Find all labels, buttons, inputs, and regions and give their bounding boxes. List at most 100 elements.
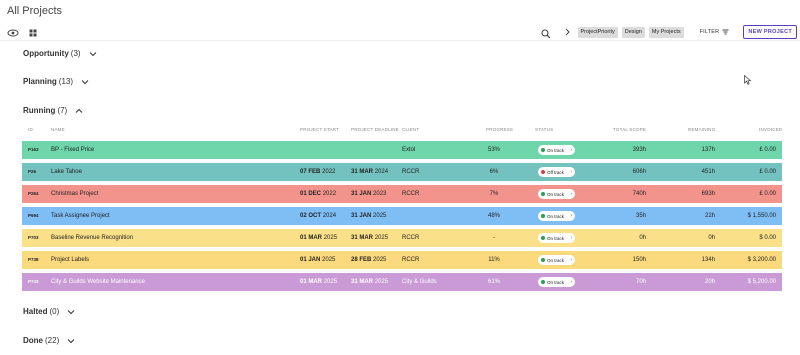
project-invoiced: £ 0.00 xyxy=(759,147,776,153)
deadline-day-month: 31 MAR xyxy=(351,169,374,175)
filter-icon xyxy=(722,29,729,35)
table-row[interactable]: P703 Baseline Revenue Recognition 01 MAR 2… xyxy=(22,229,782,247)
project-progress: - xyxy=(493,235,495,241)
project-start: 07 FEB 2022 xyxy=(300,169,335,175)
deadline-year: 2025 xyxy=(373,213,387,219)
start-day-month: 01 DEC xyxy=(300,191,322,197)
status-badge[interactable]: Off track › xyxy=(538,167,575,177)
table-header: ID NAME PROJECT START PROJECT DEADLINE C… xyxy=(22,127,782,135)
project-remaining: 134h xyxy=(701,257,715,263)
project-invoiced: $ 1,550.00 xyxy=(747,213,776,219)
start-day-month: 01 JAN xyxy=(300,257,321,263)
project-progress: 11% xyxy=(488,257,500,263)
chip-project-priority[interactable]: ProjectPriority xyxy=(577,26,618,38)
status-badge[interactable]: On track › xyxy=(538,255,575,265)
project-invoiced: $ 3,200.00 xyxy=(747,257,776,263)
status-dot-icon xyxy=(541,214,545,218)
deadline-day-month: 31 JAN xyxy=(351,191,372,197)
project-client: City & Guilds xyxy=(402,279,437,285)
chip-design[interactable]: Design xyxy=(621,26,645,38)
start-year: 2025 xyxy=(323,279,338,285)
project-remaining: 20h xyxy=(704,279,715,285)
section-opportunity[interactable]: Opportunity (3) xyxy=(23,49,97,58)
section-count: (0) xyxy=(49,307,60,316)
project-start: 01 MAR 2025 xyxy=(300,235,337,241)
project-name: Task Assignee Project xyxy=(51,213,110,219)
table-row[interactable]: P743 City & Guilds Website Maintenance 01 … xyxy=(22,273,782,291)
section-running[interactable]: Running (7) xyxy=(23,106,83,115)
chevron-down-icon xyxy=(67,309,75,314)
section-name: Opportunity xyxy=(23,49,69,58)
project-id: P738 xyxy=(28,257,39,262)
table-row[interactable]: P264 Christmas Project 01 DEC 2022 31 JAN 2… xyxy=(22,185,782,203)
table-row[interactable]: P738 Project Labels 01 JAN 2025 28 FEB 2025… xyxy=(22,251,782,269)
project-invoiced: $ 5,200.00 xyxy=(747,279,776,285)
search-icon[interactable] xyxy=(540,26,553,39)
eye-icon[interactable] xyxy=(6,27,20,39)
section-planning[interactable]: Planning (13) xyxy=(23,77,89,86)
status-badge[interactable]: On track › xyxy=(538,233,575,243)
project-remaining: 22h xyxy=(704,213,715,219)
status-dot-icon xyxy=(541,258,545,262)
section-halted[interactable]: Halted (0) xyxy=(23,307,75,316)
project-deadline: 31 MAR 2024 xyxy=(351,169,388,175)
status-dot-icon xyxy=(541,192,545,196)
status-dot-icon xyxy=(541,148,545,152)
col-progress: PROGRESS xyxy=(486,127,514,132)
deadline-day-month: 28 FEB xyxy=(351,257,372,263)
project-invoiced: £ 0.00 xyxy=(759,191,776,197)
start-year: 2022 xyxy=(322,169,336,175)
new-project-button[interactable]: NEW PROJECT xyxy=(743,25,797,39)
section-done[interactable]: Done (22) xyxy=(23,336,75,345)
project-name: City & Guilds Website Maintenance xyxy=(51,279,145,285)
status-badge[interactable]: On track › xyxy=(538,145,575,155)
start-year: 2024 xyxy=(322,213,337,219)
chevron-right-icon: › xyxy=(570,169,572,175)
deadline-year: 2023 xyxy=(373,191,387,197)
status-badge[interactable]: On track › xyxy=(538,189,575,199)
project-deadline: 31 MAR 2025 xyxy=(351,279,388,285)
deadline-year: 2024 xyxy=(374,169,389,175)
status-label: On track xyxy=(547,191,565,197)
project-name: Christmas Project xyxy=(51,191,99,197)
status-badge[interactable]: On track › xyxy=(538,211,575,221)
deadline-year: 2025 xyxy=(373,257,387,263)
table-row[interactable]: P26 Lake Tahoe 07 FEB 2022 31 MAR 2024 RCCR 6… xyxy=(22,163,782,181)
col-invoiced: INVOICED xyxy=(759,127,783,132)
project-progress: 6% xyxy=(489,169,499,175)
section-count: (22) xyxy=(45,336,60,345)
project-name: Project Labels xyxy=(51,257,90,263)
section-count: (7) xyxy=(57,106,68,115)
project-id: P694 xyxy=(28,213,39,218)
chip-my-projects[interactable]: My Projects xyxy=(648,26,684,38)
project-total-scope: 0h xyxy=(639,235,646,241)
status-dot-icon xyxy=(541,280,545,284)
col-deadline: PROJECT DEADLINE xyxy=(351,127,399,132)
grid-icon[interactable] xyxy=(26,27,40,39)
section-count: (3) xyxy=(70,49,81,58)
chevron-right-icon[interactable] xyxy=(565,26,573,38)
project-deadline: 31 JAN 2025 xyxy=(351,213,386,219)
start-year: 2025 xyxy=(322,257,336,263)
col-start: PROJECT START xyxy=(300,127,340,132)
chevron-right-icon: › xyxy=(570,213,572,219)
action-toolbar: ProjectPriority Design My Projects FILTE… xyxy=(540,25,797,39)
project-progress: 48% xyxy=(487,213,500,219)
table-row[interactable]: P163 BP - Fixed Price Extol 53% On track › 39… xyxy=(22,141,782,159)
filter-button[interactable]: FILTER xyxy=(700,29,730,35)
top-bar: All Projects xyxy=(0,0,800,22)
project-deadline: 31 JAN 2023 xyxy=(351,191,386,197)
table-row[interactable]: P694 Task Assignee Project 02 OCT 2024 31 J… xyxy=(22,207,782,225)
col-name: NAME xyxy=(51,127,65,132)
start-day-month: 01 MAR xyxy=(300,279,323,285)
project-id: P163 xyxy=(28,147,39,152)
mouse-cursor-icon xyxy=(744,75,752,85)
project-progress: 61% xyxy=(487,279,500,285)
deadline-day-month: 31 JAN xyxy=(351,213,372,219)
project-invoiced: $ 0.00 xyxy=(759,235,776,241)
status-badge[interactable]: On track › xyxy=(538,277,575,287)
project-id: P26 xyxy=(28,169,37,174)
deadline-year: 2025 xyxy=(374,235,389,241)
chevron-right-icon: › xyxy=(570,147,572,153)
project-invoiced: £ 0.00 xyxy=(759,169,776,175)
